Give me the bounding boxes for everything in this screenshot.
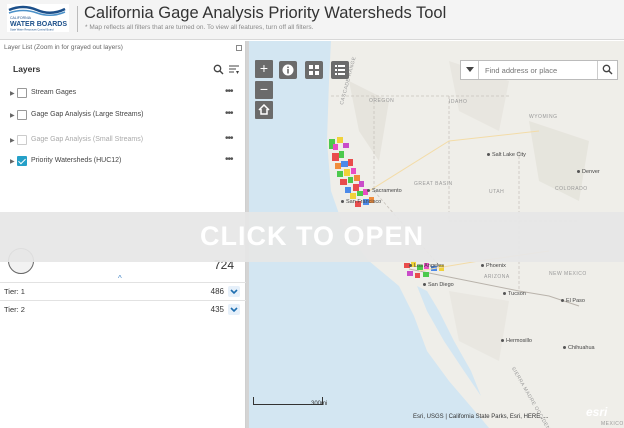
city-salt-lake: Salt Lake City <box>487 152 526 158</box>
logo-line3: State Water Resources Control Board <box>10 28 54 32</box>
map-attribution: Esri, USGS | California State Parks, Esr… <box>413 414 549 420</box>
label-great-basin: GREAT BASIN <box>414 181 453 187</box>
layer-options-icon[interactable]: ••• <box>225 86 233 97</box>
layer-list-button[interactable] <box>331 61 349 79</box>
label-wyoming: WYOMING <box>529 114 558 120</box>
expand-arrow-icon[interactable]: ▶ <box>10 90 15 97</box>
zoom-in-button[interactable]: + <box>255 60 273 78</box>
logo-line2: WATER BOARDS <box>10 21 67 28</box>
tier-count: 486 <box>210 287 224 296</box>
layer-row-priority-watersheds[interactable]: ▶ Priority Watersheds (HUC12) ••• <box>0 153 246 171</box>
search-button[interactable] <box>597 61 617 79</box>
city-sacramento: Sacramento <box>367 188 402 194</box>
scale-label: 300mi <box>311 401 328 407</box>
layer-checkbox[interactable] <box>17 135 27 145</box>
overlay-text: CLICK TO OPEN <box>199 221 425 251</box>
label-colorado: COLORADO <box>555 186 588 192</box>
layer-label: Priority Watersheds (HUC12) <box>31 157 122 164</box>
city-el-paso: El Paso <box>561 298 585 304</box>
city-tucson: Tucson <box>503 291 526 297</box>
search-input[interactable] <box>485 66 595 75</box>
layer-checkbox[interactable] <box>17 110 27 120</box>
home-button[interactable] <box>255 101 273 119</box>
app-subtitle: * Map reflects all filters that are turn… <box>85 24 314 31</box>
header-divider <box>77 6 78 32</box>
city-los-angeles: Los Angeles <box>409 263 444 269</box>
tier-expand-button[interactable] <box>228 304 240 315</box>
city-denver: Denver <box>577 169 600 175</box>
layer-checkbox-checked[interactable] <box>17 156 27 166</box>
tier-count: 435 <box>210 305 224 314</box>
layers-heading: Layers <box>13 64 41 74</box>
label-utah: UTAH <box>489 189 505 195</box>
tier-row-2: Tier: 2 435 <box>0 300 246 318</box>
caret-down-icon <box>466 67 474 72</box>
app-title: California Gage Analysis Priority Waters… <box>84 4 447 22</box>
info-icon <box>282 64 294 76</box>
layer-row-large-streams[interactable]: ▶ Gage Gap Analysis (Large Streams) ••• <box>0 107 246 125</box>
city-phoenix: Phoenix <box>481 263 506 269</box>
grid-icon <box>309 65 319 75</box>
expand-arrow-icon[interactable]: ▶ <box>10 137 15 144</box>
chevron-down-icon <box>230 289 238 295</box>
info-button[interactable] <box>279 61 297 79</box>
basemap-gallery-button[interactable] <box>305 61 323 79</box>
expand-arrow-icon[interactable]: ▶ <box>10 158 15 165</box>
layer-options-icon[interactable]: ••• <box>225 108 233 119</box>
label-arizona: ARIZONA <box>484 274 510 280</box>
layer-label: Gage Gap Analysis (Large Streams) <box>31 111 144 118</box>
label-mexico: MEXICO <box>601 421 624 427</box>
layer-options-icon[interactable]: ••• <box>225 154 233 165</box>
tier-row-1: Tier: 1 486 <box>0 282 246 300</box>
search-source-dropdown[interactable] <box>461 61 479 79</box>
label-new-mexico: NEW MEXICO <box>549 271 587 277</box>
search-icon <box>602 64 613 75</box>
chevron-down-icon <box>230 307 238 313</box>
list-icon <box>335 65 345 75</box>
layer-label: Stream Gages <box>31 89 77 96</box>
maximize-icon[interactable] <box>236 45 242 51</box>
tier-label: Tier: 2 <box>4 305 25 314</box>
filter-list-icon[interactable] <box>228 64 240 75</box>
search-icon[interactable] <box>213 64 224 75</box>
label-idaho: IDAHO <box>449 99 468 105</box>
city-chihuahua: Chihuahua <box>563 345 595 351</box>
geocoder-search <box>460 60 618 80</box>
layer-row-stream-gages[interactable]: ▶ Stream Gages ••• <box>0 85 246 103</box>
layer-options-icon[interactable]: ••• <box>225 133 233 144</box>
label-oregon: OREGON <box>369 98 395 104</box>
layer-label: Gage Gap Analysis (Small Streams) <box>31 136 144 143</box>
water-boards-logo: CALIFORNIA WATER BOARDS State Water Reso… <box>7 4 69 32</box>
city-san-francisco: San Francisco <box>341 199 381 205</box>
expand-arrow-icon[interactable]: ▶ <box>10 112 15 119</box>
tier-expand-button[interactable] <box>228 286 240 297</box>
layer-checkbox[interactable] <box>17 88 27 98</box>
logo-line1: CALIFORNIA <box>10 16 32 20</box>
app-header: CALIFORNIA WATER BOARDS State Water Reso… <box>0 0 624 40</box>
tier-label: Tier: 1 <box>4 287 25 296</box>
home-icon <box>258 103 270 115</box>
panel-title: Layer List (Zoom in for grayed out layer… <box>4 44 123 51</box>
click-to-open-overlay[interactable]: CLICK TO OPEN <box>0 212 624 262</box>
layer-row-small-streams[interactable]: ▶ Gage Gap Analysis (Small Streams) ••• <box>0 132 246 150</box>
zoom-out-button[interactable]: − <box>255 81 273 99</box>
esri-logo: esri <box>586 405 608 419</box>
city-san-diego: San Diego <box>423 282 454 288</box>
city-hermosillo: Hermosillo <box>501 338 532 344</box>
